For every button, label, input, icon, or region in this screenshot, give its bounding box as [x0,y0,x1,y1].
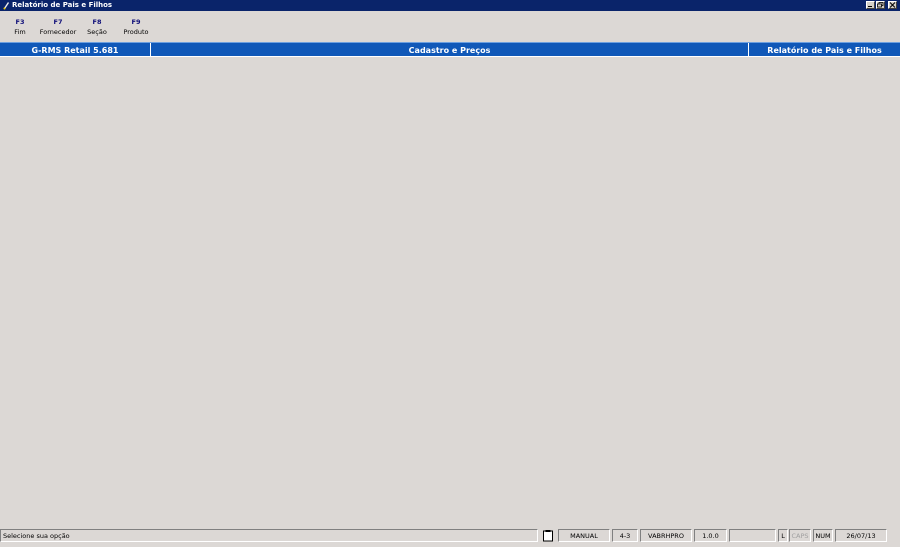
close-icon [889,2,896,8]
title-bar: Relatório de Pais e Filhos [0,0,900,11]
fkey-code: F7 [53,18,63,26]
f8-secao-button[interactable]: F8 Seção [84,17,110,37]
restore-button[interactable] [876,1,885,9]
fkey-label: Seção [87,28,107,36]
main-content-area [0,58,900,528]
restore-icon [877,2,884,8]
clipboard-icon [543,530,553,542]
clipboard-panel[interactable] [540,529,556,542]
app-icon[interactable] [2,1,11,10]
status-mode: MANUAL [558,529,610,542]
status-l: L [778,529,788,542]
window-title: Relatório de Pais e Filhos [12,1,113,9]
product-name: G-RMS Retail 5.681 [31,46,119,55]
f9-produto-button[interactable]: F9 Produto [120,17,152,37]
screen-name: Relatório de Pais e Filhos [767,46,882,55]
fkey-label: Fim [14,28,26,36]
minimize-button[interactable] [866,1,875,9]
status-code: 4-3 [612,529,638,542]
fkey-code: F3 [15,18,25,26]
f3-fim-button[interactable]: F3 Fim [8,17,32,37]
function-key-toolbar: F3 Fim F7 Fornecedor F8 Seção F9 Produto [0,11,900,41]
status-bar: Selecione sua opção MANUAL 4-3 VABRHPRO … [0,528,900,544]
close-button[interactable] [888,1,897,9]
status-version: 1.0.0 [694,529,727,542]
status-caps: CAPS [789,529,811,542]
status-message: Selecione sua opção [0,529,538,542]
fkey-code: F9 [131,18,141,26]
minimize-icon [868,6,872,7]
status-num: NUM [813,529,833,542]
fkey-code: F8 [92,18,102,26]
status-blank [729,529,776,542]
fkey-label: Fornecedor [39,28,77,36]
status-program: VABRHPRO [640,529,692,542]
module-header-bar: G-RMS Retail 5.681 Cadastro e Preços Rel… [0,42,900,57]
module-name: Cadastro e Preços [408,46,491,55]
fkey-label: Produto [123,28,149,36]
f7-fornecedor-button[interactable]: F7 Fornecedor [38,17,78,37]
status-date: 26/07/13 [835,529,887,542]
